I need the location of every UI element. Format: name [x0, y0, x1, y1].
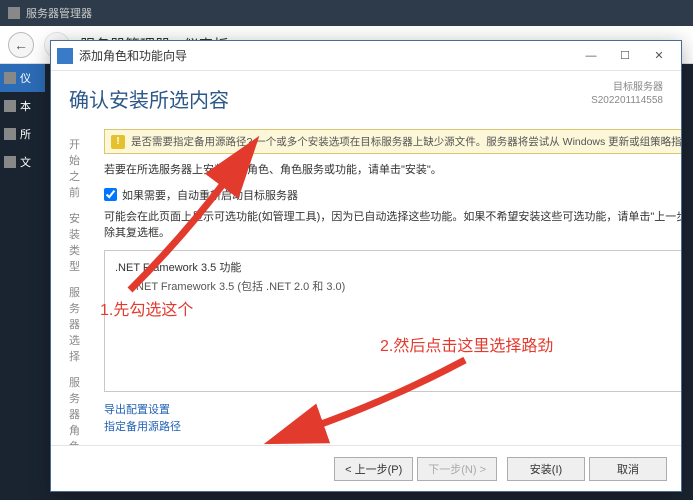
install-button[interactable]: 安装(I) [507, 457, 585, 481]
prev-button[interactable]: < 上一步(P) [334, 457, 413, 481]
app-icon [8, 7, 20, 19]
dialog-content: ! 是否需要指定备用源路径? 一个或多个安装选项在目标服务器上缺少源文件。服务器… [98, 125, 681, 445]
dialog-icon [57, 48, 73, 64]
maximize-button[interactable]: ☐ [609, 45, 641, 67]
feature-sub: .NET Framework 3.5 (包括 .NET 2.0 和 3.0) [115, 278, 681, 294]
bg-title: 服务器管理器 [26, 5, 92, 21]
feature-title: .NET Framework 3.5 功能 [115, 259, 681, 275]
dialog-header: 确认安装所选内容 目标服务器 S202201114558 [51, 71, 681, 125]
minimize-button[interactable]: — [575, 45, 607, 67]
warning-bar: ! 是否需要指定备用源路径? 一个或多个安装选项在目标服务器上缺少源文件。服务器… [104, 129, 681, 154]
auto-restart-checkbox[interactable] [104, 188, 117, 201]
warning-text: 是否需要指定备用源路径? 一个或多个安装选项在目标服务器上缺少源文件。服务器将尝… [131, 134, 681, 149]
warning-icon: ! [111, 135, 125, 149]
auto-restart-label: 如果需要，自动重新启动目标服务器 [122, 187, 298, 203]
desc-text: 可能会在此页面上显示可选功能(如管理工具)，因为已自动选择这些功能。如果不希望安… [104, 209, 681, 242]
nav-server-select[interactable]: 服务器选择 [51, 279, 98, 369]
dialog-titlebar: 添加角色和功能向导 — ☐ ✕ [51, 41, 681, 71]
wizard-nav: 开始之前 安装类型 服务器选择 服务器角色 功能 确认 结果 [51, 125, 98, 445]
target-server-info: 目标服务器 S202201114558 [591, 81, 663, 107]
feature-list: .NET Framework 3.5 功能 .NET Framework 3.5… [104, 250, 681, 392]
dialog-title: 添加角色和功能向导 [79, 47, 575, 64]
sidebar-item-all[interactable]: 所 [0, 120, 45, 148]
dialog-footer: < 上一步(P) 下一步(N) > 安装(I) 取消 [51, 445, 681, 491]
next-button[interactable]: 下一步(N) > [417, 457, 497, 481]
sidebar-item-local[interactable]: 本 [0, 92, 45, 120]
sidebar-item-dashboard[interactable]: 仪 [0, 64, 45, 92]
specify-source-path-link[interactable]: 指定备用源路径 [104, 419, 681, 437]
bg-sidebar: 仪 本 所 文 [0, 64, 45, 500]
server-label: 目标服务器 [591, 81, 663, 94]
bg-titlebar: 服务器管理器 [0, 0, 693, 26]
page-heading: 确认安装所选内容 [69, 84, 229, 113]
close-button[interactable]: ✕ [643, 45, 675, 67]
nav-server-roles[interactable]: 服务器角色 [51, 369, 98, 445]
server-name: S202201114558 [591, 94, 663, 107]
cancel-button[interactable]: 取消 [589, 457, 667, 481]
intro-text: 若要在所选服务器上安装以下角色、角色服务或功能，请单击"安装"。 [104, 162, 681, 179]
nav-install-type[interactable]: 安装类型 [51, 205, 98, 279]
nav-before[interactable]: 开始之前 [51, 131, 98, 205]
back-button[interactable]: ← [8, 32, 34, 58]
wizard-dialog: 添加角色和功能向导 — ☐ ✕ 确认安装所选内容 目标服务器 S20220111… [50, 40, 682, 492]
sidebar-item-file[interactable]: 文 [0, 148, 45, 176]
export-config-link[interactable]: 导出配置设置 [104, 402, 681, 420]
